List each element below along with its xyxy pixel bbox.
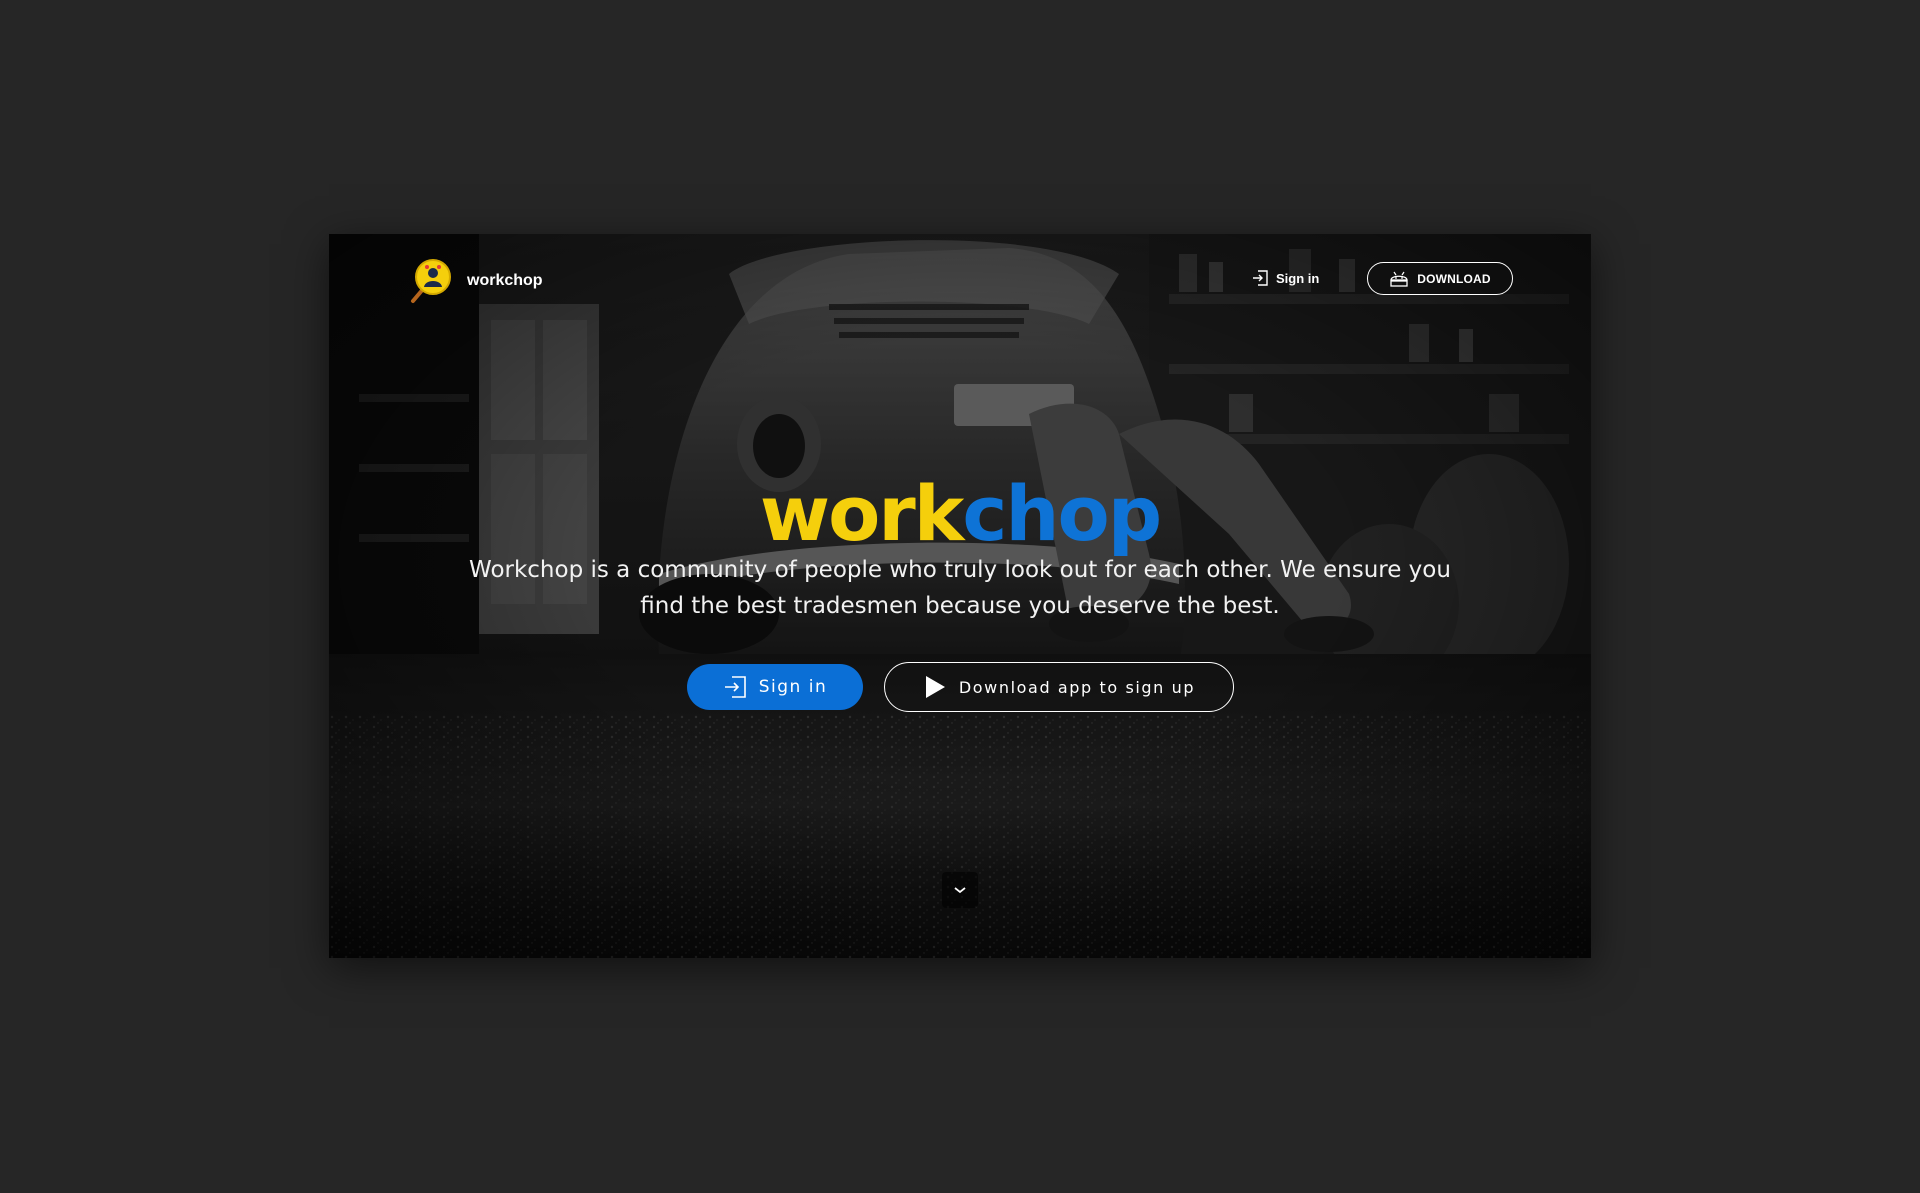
- brand-home-link[interactable]: workchop: [405, 256, 543, 306]
- hero-download-app-label: Download app to sign up: [958, 677, 1196, 697]
- chevron-down-icon: [954, 887, 966, 894]
- hero-logo-part-chop: chop: [962, 469, 1162, 558]
- hero-description: Workchop is a community of people who tr…: [469, 557, 1451, 619]
- brand-name: workchop: [467, 272, 543, 289]
- hero-sign-in-label: Sign in: [758, 677, 828, 697]
- play-icon: [925, 676, 945, 698]
- nav-sign-in-link[interactable]: Sign in: [1252, 266, 1319, 290]
- nav-download-button[interactable]: DOWNLOAD: [1367, 262, 1513, 295]
- hero-section: workchop Sign in DOWNLOAD workchop Workc…: [329, 234, 1591, 958]
- hero-logo-part-work: work: [759, 469, 964, 558]
- nav-download-label: DOWNLOAD: [1417, 271, 1491, 286]
- scroll-down-button[interactable]: [942, 872, 978, 908]
- sign-in-icon: [1253, 270, 1268, 286]
- android-icon: [1390, 271, 1408, 287]
- hero-sign-in-button[interactable]: Sign in: [687, 664, 863, 710]
- sign-in-icon: [724, 676, 746, 698]
- nav-sign-in-label: Sign in: [1276, 270, 1320, 286]
- hero-download-app-button[interactable]: Download app to sign up: [884, 662, 1234, 712]
- magnifier-logo-icon: [411, 259, 451, 303]
- hero-logo-wordmark: workchop: [329, 474, 1591, 554]
